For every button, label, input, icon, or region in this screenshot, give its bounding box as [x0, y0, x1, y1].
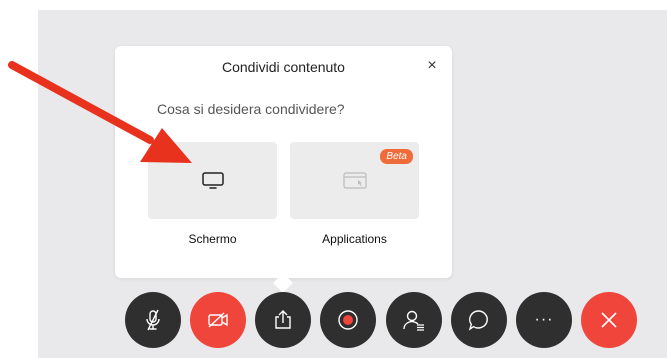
annotation-arrow [8, 61, 192, 163]
